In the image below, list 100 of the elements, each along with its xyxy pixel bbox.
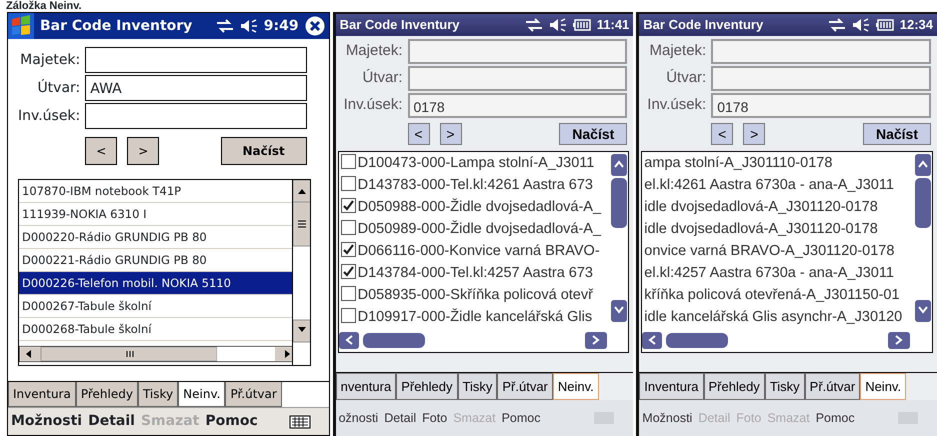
previous-button[interactable]: < [711, 123, 734, 145]
list-item[interactable]: D143784-000-Tel.kl:4257 Aastra 673 [338, 262, 610, 284]
list-item[interactable]: D058935-000-Skříňka policová otevř [338, 284, 610, 306]
checkbox[interactable] [340, 176, 356, 191]
tab[interactable]: Neinv. [552, 372, 599, 400]
checkbox[interactable] [340, 264, 356, 279]
clock-time: 9:49 [264, 16, 299, 36]
input-field[interactable]: AWA [85, 75, 307, 101]
tab[interactable]: Př.útvar [497, 372, 553, 400]
menu-item[interactable]: Detail [88, 411, 135, 432]
clock-time: 11:41 [596, 16, 630, 34]
window-title: Bar Code Inventury [340, 16, 461, 34]
item-text: D050988-000-Židle dvojsedadlová-A_ [358, 199, 602, 215]
input-field[interactable] [711, 39, 931, 64]
previous-button[interactable]: < [85, 137, 118, 165]
load-button[interactable]: Načíst [559, 123, 628, 145]
tab[interactable]: Přehledy [704, 372, 765, 400]
list-item[interactable]: D100473-000-Lampa stolní-A_J3011 [338, 152, 610, 174]
speaker-icon [548, 18, 567, 32]
list-item[interactable]: D000220-Rádio GRUNDIG PB 80 [19, 226, 292, 249]
list-item[interactable]: D000268-Tabule školní [19, 318, 292, 341]
list-item[interactable]: idle kancelářská Glis asynchr-A_J30120 [642, 306, 914, 328]
list-item[interactable]: kříňka policová otevřená-A_J301150-01 [642, 284, 914, 306]
item-text: D066116-000-Konvice varná BRAVO- [358, 243, 600, 259]
field-label: Majetek: [19, 50, 80, 70]
list-item[interactable]: el.kl:4261 Aastra 6730a - ana-A_J3011 [642, 174, 914, 196]
list-item[interactable]: D143783-000-Tel.kl:4261 Aastra 673 [338, 174, 610, 196]
item-text: D050989-000-Židle dvojsedadlová-A_ [358, 221, 602, 237]
checkbox[interactable] [340, 286, 356, 301]
next-button[interactable]: > [127, 137, 160, 165]
list-item[interactable]: 107870-IBM notebook T41P [19, 180, 292, 203]
item-text: D109917-000-Židle kancelářská Glis [358, 309, 592, 325]
battery-icon [572, 19, 591, 31]
item-text: D143783-000-Tel.kl:4261 Aastra 673 [358, 177, 593, 193]
menu-item[interactable]: Pomoc [502, 408, 540, 428]
list-item[interactable]: idle dvojsedadlová-A_J301120-0178 [642, 218, 914, 240]
field-label: Útvar: [362, 68, 403, 88]
menu-item[interactable]: Možnosti [11, 411, 82, 432]
checkbox[interactable] [340, 154, 356, 169]
list-item[interactable]: D000267-Tabule školní [19, 295, 292, 318]
menu-item[interactable]: Foto [422, 408, 448, 428]
clock-time: 12:34 [900, 16, 933, 34]
battery-icon [876, 19, 894, 31]
connectivity-icon [216, 19, 234, 33]
keyboard-icon[interactable] [288, 414, 311, 430]
list-item[interactable]: onvice varná BRAVO-A_J301120-0178 [642, 240, 914, 262]
list-item[interactable]: el.kl:4257 Aastra 6730a - ana-A_J3011 [642, 262, 914, 284]
menu-item[interactable]: ožnosti [338, 408, 378, 428]
next-button[interactable]: > [743, 123, 766, 145]
list-item[interactable]: 111939-NOKIA 6310 I [19, 203, 292, 226]
menu-item[interactable]: Pomoc [816, 408, 855, 428]
input-field[interactable] [85, 47, 307, 73]
tab[interactable]: Neinv. [860, 372, 906, 400]
window-title: Bar Code Inventory [40, 16, 194, 36]
tab[interactable]: Inventura [639, 372, 704, 400]
load-button[interactable]: Načíst [863, 123, 931, 145]
list-item[interactable]: D000226-Telefon mobil. NOKIA 5110 [19, 272, 292, 295]
windows-logo-icon[interactable] [8, 13, 34, 39]
next-button[interactable]: > [440, 123, 462, 145]
tab[interactable]: Tisky [458, 372, 498, 400]
field-label: Útvar: [36, 78, 80, 98]
input-field[interactable]: 0178 [408, 93, 628, 118]
menu-item[interactable]: Detail [384, 408, 416, 428]
page-caption: Záložka Neinv. [5, 0, 83, 12]
list-item[interactable]: D050988-000-Židle dvojsedadlová-A_ [338, 196, 610, 218]
close-icon[interactable] [304, 16, 325, 36]
checkbox[interactable] [340, 242, 356, 257]
tab[interactable]: Tisky [138, 382, 178, 407]
tab[interactable]: Přehledy [76, 382, 138, 407]
item-text: D143784-000-Tel.kl:4257 Aastra 673 [358, 265, 593, 281]
input-field[interactable] [85, 103, 307, 129]
tab[interactable]: Přehledy [396, 372, 458, 400]
input-field[interactable]: 0178 [711, 93, 931, 118]
tab[interactable]: Tisky [764, 372, 805, 400]
list-item[interactable]: D066116-000-Konvice varná BRAVO- [338, 240, 610, 262]
field-label: Inv.úsek: [344, 95, 403, 116]
checkbox[interactable] [340, 220, 356, 235]
list-item[interactable]: idle dvojsedadlová-A_J301120-0178 [642, 196, 914, 218]
input-field[interactable] [408, 66, 628, 91]
load-button[interactable]: Načíst [220, 137, 307, 165]
checkbox[interactable] [340, 308, 356, 323]
input-field[interactable] [408, 39, 628, 64]
field-label: Majetek: [344, 41, 403, 62]
tab[interactable]: Př.útvar [225, 382, 282, 407]
tab[interactable]: nventura [336, 372, 396, 400]
speaker-icon [240, 19, 258, 33]
tab[interactable]: Inventura [8, 382, 76, 407]
list-item[interactable]: ampa stolní-A_J301110-0178 [642, 152, 914, 174]
tab[interactable]: Neinv. [178, 382, 226, 407]
input-field[interactable] [711, 66, 931, 91]
connectivity-icon [828, 18, 846, 32]
field-label: Inv.úsek: [647, 95, 706, 116]
checkbox[interactable] [340, 198, 356, 213]
previous-button[interactable]: < [408, 123, 430, 145]
horizontal-scrollbar[interactable] [19, 346, 292, 362]
tab[interactable]: Př.útvar [804, 372, 860, 400]
list-item[interactable]: D050989-000-Židle dvojsedadlová-A_ [338, 218, 610, 240]
list-item[interactable]: D109917-000-Židle kancelářská Glis [338, 306, 610, 328]
menu-item[interactable]: Možnosti [642, 408, 692, 428]
menu-item[interactable]: Pomoc [205, 411, 258, 432]
